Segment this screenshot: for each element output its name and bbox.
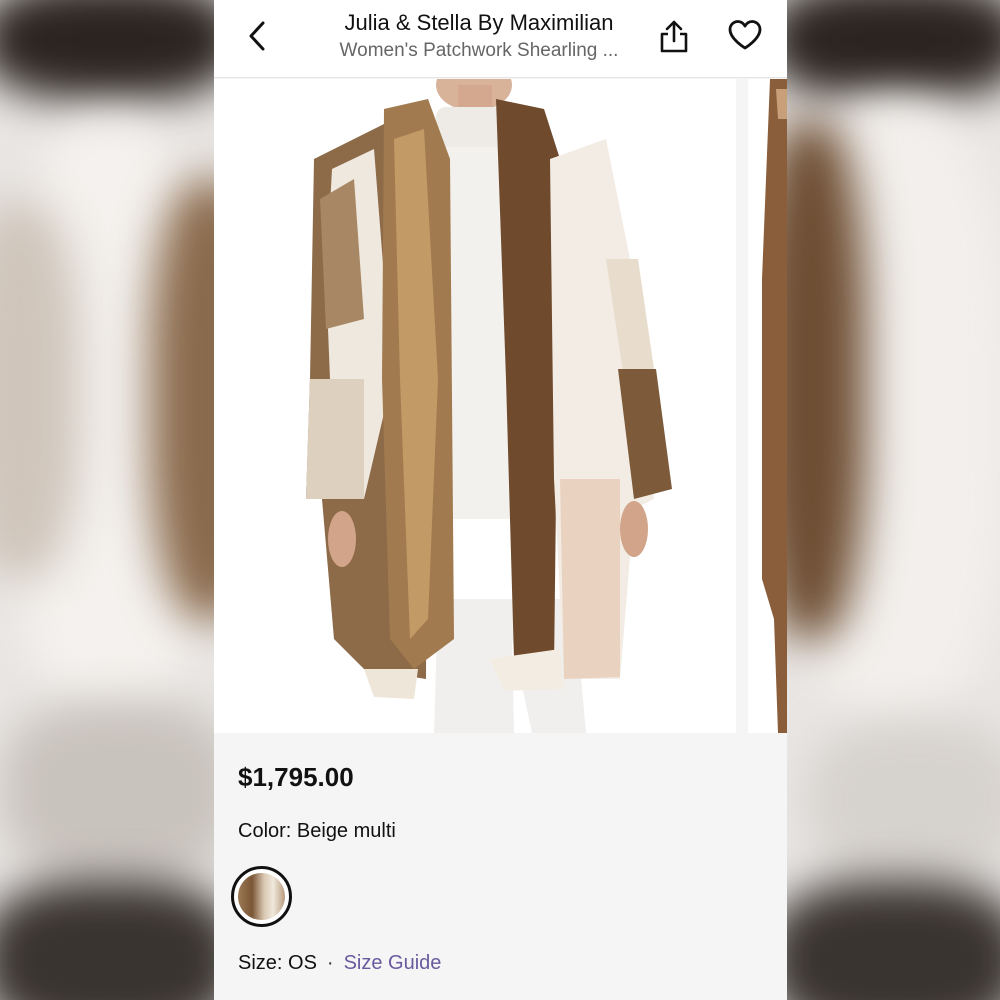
product-price: $1,795.00 (238, 762, 354, 792)
color-swatch-beige-multi[interactable] (231, 866, 292, 927)
product-subtitle: Women's Patchwork Shearling ... (339, 40, 619, 61)
product-image-main[interactable] (214, 59, 736, 733)
size-separator: · (326, 952, 334, 974)
heart-icon (728, 20, 762, 50)
coat-photo (214, 59, 736, 733)
coat-photo-next (748, 79, 787, 733)
favorite-button[interactable] (724, 14, 766, 56)
back-button[interactable] (240, 16, 274, 56)
header-titles: Julia & Stella By Maximilian Women's Pat… (314, 8, 644, 64)
size-label: Size: OS (238, 952, 317, 974)
product-image-next-preview[interactable] (748, 79, 787, 733)
chevron-left-icon (249, 21, 265, 51)
size-row: Size: OS · Size Guide (238, 952, 441, 975)
app-screen: Julia & Stella By Maximilian Women's Pat… (214, 0, 787, 1000)
product-image-carousel[interactable] (214, 59, 787, 733)
swatch-thumbnail (238, 873, 285, 920)
top-navigation-bar: Julia & Stella By Maximilian Women's Pat… (214, 0, 787, 78)
share-icon (660, 20, 688, 53)
brand-title: Julia & Stella By Maximilian (344, 10, 614, 35)
share-button[interactable] (654, 16, 694, 56)
color-label: Color: Beige multi (238, 820, 396, 842)
backdrop-left (0, 0, 214, 1000)
backdrop-right (786, 0, 1000, 1000)
size-guide-link[interactable]: Size Guide (344, 952, 442, 974)
